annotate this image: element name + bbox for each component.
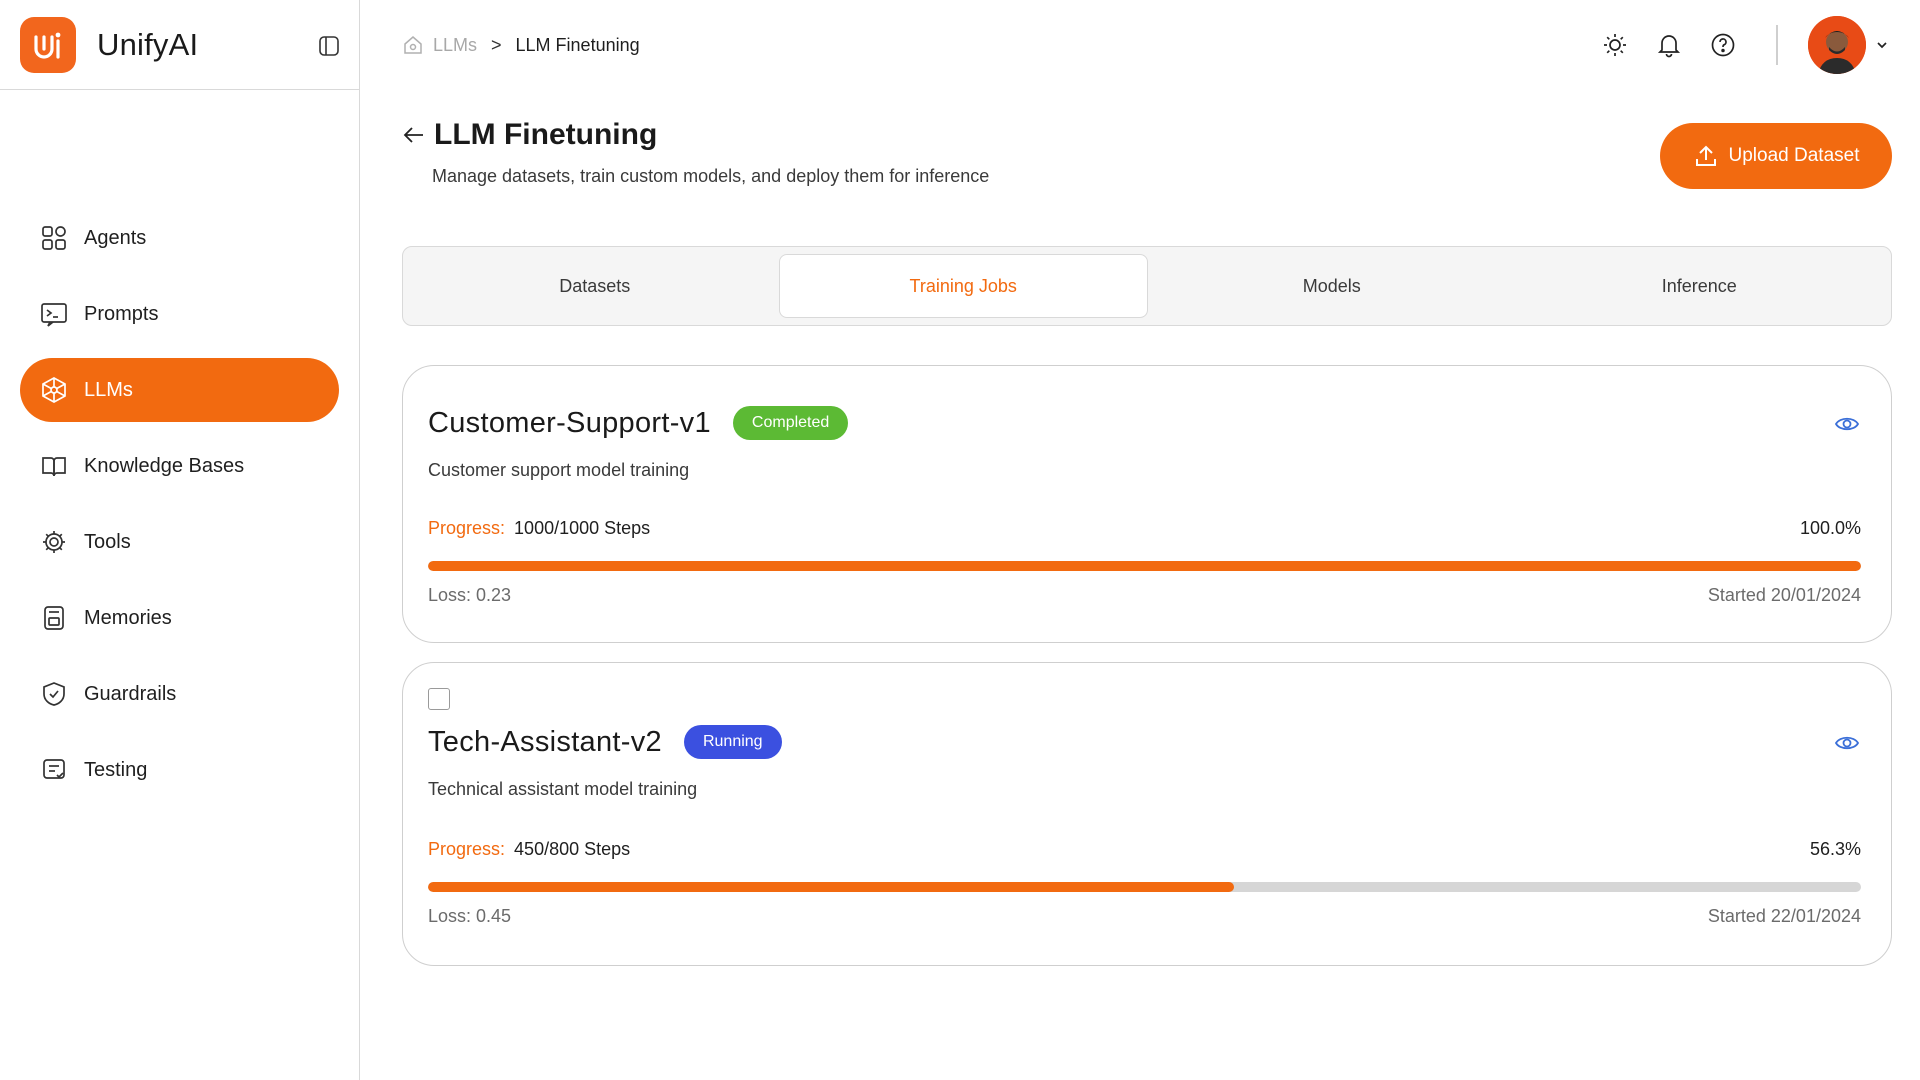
unifyai-logo[interactable] xyxy=(20,16,76,73)
sidebar-item-label: Prompts xyxy=(84,302,159,325)
arrow-left-icon[interactable] xyxy=(400,121,428,149)
started-date: Started 20/01/2024 xyxy=(1707,585,1861,605)
progress-bar-fill xyxy=(428,561,1861,571)
job-name: Customer-Support-v1 xyxy=(428,406,711,439)
sidebar-item-llms[interactable]: LLMs xyxy=(20,358,339,422)
sidebar-item-memories[interactable]: Memories xyxy=(20,586,339,650)
loss-value: Loss: 0.45 xyxy=(428,906,512,926)
started-date: Started 22/01/2024 xyxy=(1707,906,1861,926)
sidebar-item-label: LLMs xyxy=(84,378,133,401)
sidebar-item-label: Memories xyxy=(84,606,172,629)
job-description: Technical assistant model training xyxy=(428,779,698,799)
sidebar-item-label: Testing xyxy=(84,758,148,781)
sidebar-item-agents[interactable]: Agents xyxy=(20,206,339,270)
breadcrumb-parent-link[interactable]: LLMs xyxy=(433,35,477,56)
checklist-icon xyxy=(38,754,70,786)
sidebar-item-label: Knowledge Bases xyxy=(84,454,245,477)
sidebar-item-guardrails[interactable]: Guardrails xyxy=(20,662,339,726)
progress-steps: 1000/1000 Steps xyxy=(514,518,651,538)
sidebar-item-label: Agents xyxy=(84,226,147,249)
avatar[interactable] xyxy=(1808,16,1866,74)
bell-icon[interactable] xyxy=(1654,30,1684,60)
brand-header: UnifyAI xyxy=(0,0,359,90)
sun-icon[interactable] xyxy=(1600,30,1630,60)
progress-bar xyxy=(428,882,1861,892)
tab-models[interactable]: Models xyxy=(1148,254,1516,318)
training-job-card[interactable]: Customer-Support-v1 Completed Customer s… xyxy=(402,365,1892,643)
chevron-down-icon[interactable] xyxy=(1872,35,1892,55)
sidebar-item-knowledge-bases[interactable]: Knowledge Bases xyxy=(20,434,339,498)
loss-value: Loss: 0.23 xyxy=(428,585,512,605)
top-bar: LLMs > LLM Finetuning xyxy=(361,0,1920,90)
book-icon xyxy=(38,450,70,482)
select-job-checkbox[interactable] xyxy=(428,688,450,710)
brand-name: UnifyAI xyxy=(97,26,199,62)
sidebar-item-tools[interactable]: Tools xyxy=(20,510,339,574)
progress-bar-fill xyxy=(428,882,1235,892)
job-name: Tech-Assistant-v2 xyxy=(428,725,662,758)
progress-percent: 56.3% xyxy=(1809,839,1861,859)
grid-icon xyxy=(38,222,70,254)
status-badge: Running xyxy=(683,725,782,759)
progress-label: Progress: xyxy=(428,518,506,538)
training-job-card[interactable]: Tech-Assistant-v2 Running Technical assi… xyxy=(402,662,1892,966)
page-subtitle: Manage datasets, train custom models, an… xyxy=(432,166,990,186)
header-divider xyxy=(1776,25,1778,65)
breadcrumb-current: LLM Finetuning xyxy=(515,34,640,55)
sidebar-nav: Agents Prompts LLMs Knowledge Bases Tool… xyxy=(0,206,359,802)
upload-dataset-button[interactable]: Upload Dataset xyxy=(1660,123,1892,189)
sidebar-toggle-icon[interactable] xyxy=(317,34,341,58)
gear-tools-icon xyxy=(38,526,70,558)
sidebar-item-label: Guardrails xyxy=(84,682,177,705)
sidebar-item-label: Tools xyxy=(84,530,131,553)
progress-steps: 450/800 Steps xyxy=(514,839,631,859)
tab-training-jobs[interactable]: Training Jobs xyxy=(778,254,1148,318)
eye-icon[interactable] xyxy=(1833,410,1861,438)
terminal-icon xyxy=(38,298,70,330)
progress-row: Progress: 1000/1000 Steps 100.0% xyxy=(428,518,1861,539)
job-description: Customer support model training xyxy=(428,460,690,480)
progress-bar xyxy=(428,561,1861,571)
progress-row: Progress: 450/800 Steps 56.3% xyxy=(428,839,1861,860)
upload-icon xyxy=(1693,143,1719,169)
memory-card-icon xyxy=(38,602,70,634)
upload-dataset-label: Upload Dataset xyxy=(1728,145,1860,166)
breadcrumb-separator: > xyxy=(491,34,502,55)
progress-label: Progress: xyxy=(428,839,506,859)
finetuning-tabs: Datasets Training Jobs Models Inference xyxy=(402,246,1892,326)
shield-icon xyxy=(38,678,70,710)
status-badge: Completed xyxy=(732,406,849,440)
progress-percent: 100.0% xyxy=(1799,518,1861,538)
sidebar: UnifyAI Agents Prompts LLMs Knowledge Ba… xyxy=(0,0,360,1080)
tab-datasets[interactable]: Datasets xyxy=(411,254,779,318)
page-title: LLM Finetuning xyxy=(434,118,658,151)
sidebar-item-testing[interactable]: Testing xyxy=(20,738,339,802)
tab-inference[interactable]: Inference xyxy=(1516,254,1884,318)
help-icon[interactable] xyxy=(1708,30,1738,60)
sidebar-item-prompts[interactable]: Prompts xyxy=(20,282,339,346)
top-actions xyxy=(1576,16,1892,74)
page-header: LLM Finetuning Manage datasets, train cu… xyxy=(400,118,989,187)
cube-network-icon xyxy=(38,374,70,406)
home-icon[interactable] xyxy=(401,33,425,57)
eye-icon[interactable] xyxy=(1833,729,1861,757)
